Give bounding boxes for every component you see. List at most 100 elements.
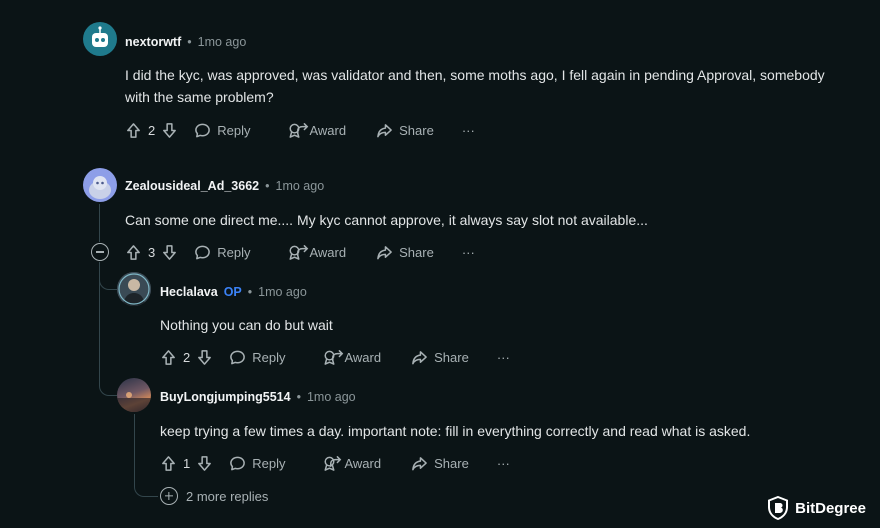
avatar[interactable] [117,272,151,306]
vote-score: 1 [183,455,191,471]
share-arrow-small-icon[interactable] [327,454,344,471]
share-arrow-icon [412,350,427,364]
upvote-button[interactable] [160,455,177,472]
ellipsis-icon: ··· [461,244,475,260]
sunset-photo-avatar-icon [117,392,151,412]
share-arrow-small-icon[interactable] [329,348,346,365]
ellipsis-icon: ··· [461,122,475,138]
bitdegree-watermark: BitDegree [767,496,866,520]
upvote-button[interactable] [125,122,142,139]
plus-circle-icon [160,487,178,505]
share-button[interactable]: Share [411,455,469,472]
arrow-down-outline-icon [198,349,212,365]
brand-name: BitDegree [795,499,866,517]
ellipsis-icon: ··· [496,455,510,471]
more-replies-link[interactable]: 2 more replies [160,487,268,505]
arrow-up-outline-icon [127,244,140,260]
comment-meta: Heclalava OP • 1mo ago [160,285,307,299]
timestamp[interactable]: 1mo ago [258,285,307,299]
thread-branch-more [134,470,158,497]
reply-label: Reply [217,244,251,260]
avatar[interactable] [117,378,151,412]
award-label: Award [344,455,382,471]
share-arrow-icon [377,245,392,259]
arrow-down-outline-icon [198,455,212,471]
comment-meta: BuyLongjumping5514 • 1mo ago [160,390,356,404]
arrow-up-outline-icon [127,122,140,138]
share-arrow-small-icon[interactable] [294,243,311,260]
share-arrow-icon [412,456,427,470]
speech-bubble-icon [195,123,211,137]
comment-meta: Zealousideal_Ad_3662 • 1mo ago [125,179,324,193]
award-label: Award [309,122,347,138]
user-portrait-avatar-icon [117,272,151,306]
downvote-button[interactable] [161,244,178,261]
vote-score: 2 [183,349,191,365]
arrow-up-outline-icon [162,349,175,365]
separator-dot: • [296,390,301,404]
more-replies-label: 2 more replies [186,488,269,504]
comment-body: Can some one direct me.... My kyc cannot… [125,212,648,228]
collapse-thread-button[interactable] [91,243,109,261]
arrow-up-outline-icon [162,455,175,471]
more-options-button[interactable]: ··· [497,456,510,471]
speech-bubble-icon [195,245,211,259]
share-label: Share [399,244,434,260]
bitdegree-shield-logo-icon [768,496,789,520]
upvote-button[interactable] [160,349,177,366]
comment-body: I did the kyc, was approved, was validat… [125,67,825,105]
more-options-button[interactable]: ··· [497,350,510,365]
comment-meta: nextorwtf • 1mo ago [125,35,246,49]
downvote-button[interactable] [161,122,178,139]
downvote-button[interactable] [196,455,213,472]
award-label: Award [344,349,382,365]
timestamp[interactable]: 1mo ago [198,35,247,49]
reply-button[interactable]: Reply [229,349,285,366]
share-button[interactable]: Share [376,244,434,261]
award-label: Award [309,244,347,260]
share-button[interactable]: Share [411,349,469,366]
avatar[interactable] [83,168,117,202]
thread-branch-buylong [99,262,117,396]
ellipsis-icon: ··· [496,349,510,365]
share-button[interactable]: Share [376,122,434,139]
more-options-button[interactable]: ··· [462,245,475,260]
snoo-robot-avatar-icon [92,26,108,47]
arrow-down-outline-icon [163,244,177,260]
separator-dot: • [187,35,192,49]
speech-bubble-icon [230,456,246,470]
arrow-down-outline-icon [163,122,177,138]
share-arrow-small-icon[interactable] [294,121,311,138]
reply-label: Reply [252,349,286,365]
vote-score: 2 [148,122,156,138]
speech-bubble-icon [230,350,246,364]
comment-body: keep trying a few times a day. important… [160,423,751,439]
snoo-default-avatar-icon [89,176,111,199]
reply-label: Reply [252,455,286,471]
separator-dot: • [265,179,270,193]
reply-button[interactable]: Reply [194,244,250,261]
op-badge: OP [223,285,242,299]
reply-button[interactable]: Reply [229,455,285,472]
thread-line-top [99,204,100,242]
reply-button[interactable]: Reply [194,122,250,139]
timestamp[interactable]: 1mo ago [276,179,325,193]
share-label: Share [434,455,469,471]
upvote-button[interactable] [125,244,142,261]
separator-dot: • [247,285,253,299]
thread-line-sub [134,414,135,476]
downvote-button[interactable] [196,349,213,366]
vote-score: 3 [148,244,156,260]
comment-body: Nothing you can do but wait [160,317,333,333]
more-options-button[interactable]: ··· [462,123,475,138]
share-label: Share [434,349,469,365]
username[interactable]: BuyLongjumping5514 [160,390,291,404]
timestamp[interactable]: 1mo ago [307,390,356,404]
username[interactable]: nextorwtf [125,35,181,49]
username[interactable]: Zealousideal_Ad_3662 [125,179,259,193]
share-arrow-icon [377,123,392,137]
reply-label: Reply [217,122,251,138]
share-label: Share [399,122,434,138]
username[interactable]: Heclalava [160,285,218,299]
avatar[interactable] [83,22,117,56]
